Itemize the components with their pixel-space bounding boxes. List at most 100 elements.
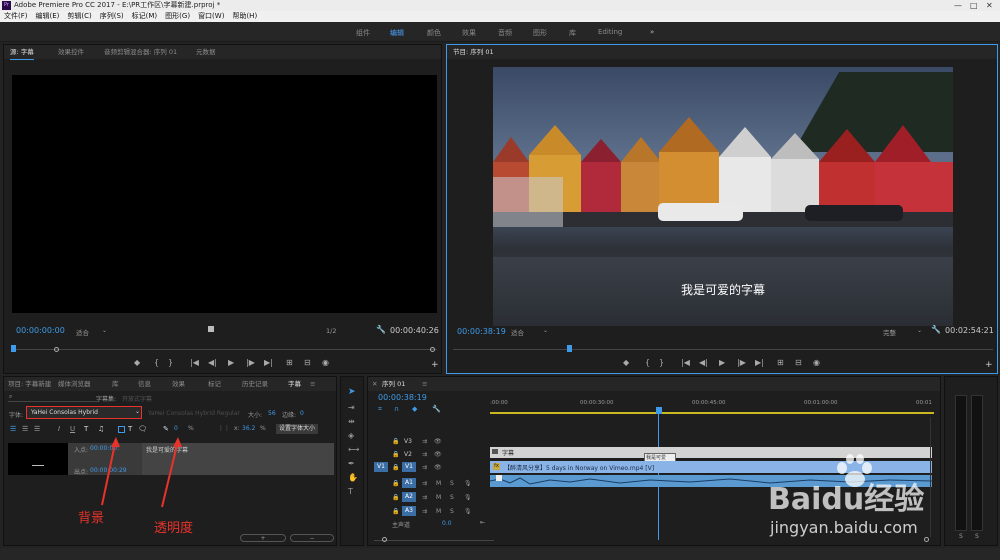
solo-button[interactable]: S — [450, 494, 454, 501]
go-to-out-icon[interactable]: ▶| — [264, 358, 273, 367]
extract-icon[interactable]: ⊟ — [795, 358, 802, 367]
sync-lock-icon[interactable]: ⇉ — [422, 508, 427, 515]
tab-media-browser[interactable]: 媒体浏览器 — [58, 377, 91, 391]
track-label[interactable]: A2 — [402, 492, 416, 502]
solo-button[interactable]: S — [450, 480, 454, 487]
step-back-icon[interactable]: ◀| — [208, 358, 217, 367]
mark-out-icon[interactable]: } — [168, 358, 173, 367]
text-color-swatch-icon[interactable]: T — [128, 425, 132, 433]
minimize-icon[interactable]: — — [954, 0, 962, 11]
menu-edit[interactable]: 编辑(E) — [32, 11, 64, 22]
lock-icon[interactable]: 🔒 — [392, 464, 399, 471]
export-frame-icon[interactable]: ◉ — [813, 358, 820, 367]
workspace-effects[interactable]: 效果 — [462, 28, 476, 38]
play-icon[interactable]: ▶ — [719, 358, 725, 367]
edge-value[interactable]: 0 — [300, 410, 304, 417]
align-center-icon[interactable]: ☰ — [22, 425, 28, 433]
sync-lock-icon[interactable]: ⇉ — [422, 480, 427, 487]
timeline-zoom-scroll[interactable] — [374, 540, 494, 541]
chevron-down-icon[interactable]: ⌄ — [543, 327, 548, 334]
grid-position-icon[interactable]: ⋮⋮ — [218, 425, 230, 432]
tab-source[interactable]: 源: 字幕 — [10, 45, 34, 60]
razor-tool-icon[interactable]: ◈ — [348, 431, 354, 440]
sync-lock-icon[interactable]: ⇉ — [422, 438, 427, 445]
workspace-editing-custom[interactable]: Editing — [598, 28, 622, 36]
microphone-icon[interactable]: 🎙 — [464, 480, 472, 487]
go-to-in-icon[interactable]: |◀ — [681, 358, 690, 367]
timeline-playhead-handle[interactable] — [656, 407, 662, 414]
program-button-editor-icon[interactable]: + — [985, 360, 993, 370]
lock-icon[interactable]: 🔒 — [392, 480, 399, 487]
eye-icon[interactable]: 👁 — [434, 464, 442, 471]
microphone-icon[interactable]: 🎙 — [464, 508, 472, 515]
x-value[interactable]: 36.2 — [242, 425, 255, 432]
eyedropper-icon[interactable]: ✎ — [163, 425, 169, 433]
search-input[interactable] — [8, 394, 98, 402]
underline-icon[interactable]: U — [70, 425, 75, 433]
export-frame-icon[interactable]: ◉ — [322, 358, 329, 367]
align-left-icon[interactable]: ☰ — [10, 425, 16, 433]
eye-icon[interactable]: 👁 — [434, 451, 442, 458]
tab-audio-clip-mixer[interactable]: 音频剪辑混合器: 序列 01 — [104, 45, 177, 59]
overwrite-icon[interactable]: ⊟ — [304, 358, 311, 367]
program-fit-select[interactable]: 适合 — [511, 327, 524, 337]
menu-window[interactable]: 窗口(W) — [194, 11, 228, 22]
font-select[interactable]: YaHei Consolas Hybrid ⌄ — [26, 406, 142, 419]
wrench-icon[interactable]: 🔧 — [376, 325, 386, 334]
align-right-icon[interactable]: ☰ — [34, 425, 40, 433]
selection-tool-icon[interactable]: ➤ — [348, 387, 356, 397]
microphone-icon[interactable]: 🎙 — [464, 494, 472, 501]
source-resolution-select[interactable]: 1/2 — [326, 327, 336, 335]
timeline-timecode[interactable]: 00:00:38:19 — [378, 393, 427, 402]
lock-icon[interactable]: 🔒 — [392, 494, 399, 501]
eye-icon[interactable]: 👁 — [434, 438, 442, 445]
caption-block-icon[interactable]: 🗨 — [138, 425, 147, 433]
safe-margin-icon[interactable] — [208, 326, 214, 332]
font-style-select[interactable]: YaHei Consolas Hybrid Regular — [148, 410, 240, 417]
lock-icon[interactable]: 🔒 — [392, 438, 399, 445]
play-icon[interactable]: ▶ — [228, 358, 234, 367]
timeline-ruler[interactable]: :00:00 00:00:30:00 00:00:45:00 00:01:00:… — [490, 393, 934, 415]
step-back-icon[interactable]: ◀| — [699, 358, 708, 367]
timeline-zoom-handle[interactable] — [382, 537, 387, 542]
meter-solo-right[interactable]: S — [975, 533, 979, 540]
workspace-libraries[interactable]: 库 — [569, 28, 576, 38]
hand-tool-icon[interactable]: ✋ — [348, 473, 358, 482]
add-marker-icon[interactable]: ◆ — [134, 358, 140, 367]
source-zoom-handle-right[interactable] — [430, 347, 435, 352]
mark-in-icon[interactable]: { — [645, 358, 650, 367]
lift-icon[interactable]: ⊞ — [777, 358, 784, 367]
step-forward-icon[interactable]: |▶ — [737, 358, 746, 367]
workspace-assembly[interactable]: 组件 — [356, 28, 370, 38]
pen-tool-icon[interactable]: ✒ — [348, 459, 355, 468]
workspace-color[interactable]: 颜色 — [427, 28, 441, 38]
program-playhead[interactable] — [567, 345, 572, 352]
linked-selection-icon[interactable]: ∩ — [394, 405, 399, 413]
chevron-down-icon[interactable]: ⌄ — [102, 327, 107, 334]
lock-icon[interactable]: 🔒 — [392, 508, 399, 515]
tab-markers[interactable]: 标记 — [208, 377, 221, 391]
set-font-size-button[interactable]: 设置字体大小 — [276, 424, 318, 434]
mute-button[interactable]: M — [436, 494, 441, 501]
timeline-settings-icon[interactable]: 🔧 — [432, 405, 441, 413]
master-end-icon[interactable]: ⇤ — [480, 519, 485, 526]
tab-libraries[interactable]: 库 — [112, 377, 119, 391]
type-tool-icon[interactable]: T — [348, 487, 353, 496]
step-forward-icon[interactable]: |▶ — [246, 358, 255, 367]
tab-sequence-01[interactable]: 序列 01 — [382, 377, 405, 391]
close-icon[interactable]: ✕ — [986, 0, 993, 11]
go-to-in-icon[interactable]: |◀ — [190, 358, 199, 367]
source-patch-v1[interactable]: V1 — [374, 462, 388, 472]
go-to-out-icon[interactable]: ▶| — [755, 358, 764, 367]
source-button-editor-icon[interactable]: + — [431, 360, 439, 370]
workspace-editing[interactable]: 编辑 — [390, 28, 404, 38]
track-label[interactable]: A1 — [402, 478, 416, 488]
source-zoom-handle-left[interactable] — [54, 347, 59, 352]
size-value[interactable]: 56 — [268, 410, 276, 417]
work-area-bar[interactable] — [490, 412, 934, 414]
lock-icon[interactable]: 🔒 — [392, 451, 399, 458]
master-track-value[interactable]: 0.0 — [442, 520, 452, 527]
close-tab-icon[interactable]: ✕ — [372, 377, 377, 391]
menu-clip[interactable]: 剪辑(C) — [63, 11, 95, 22]
tab-program[interactable]: 节目: 序列 01 — [453, 45, 494, 59]
